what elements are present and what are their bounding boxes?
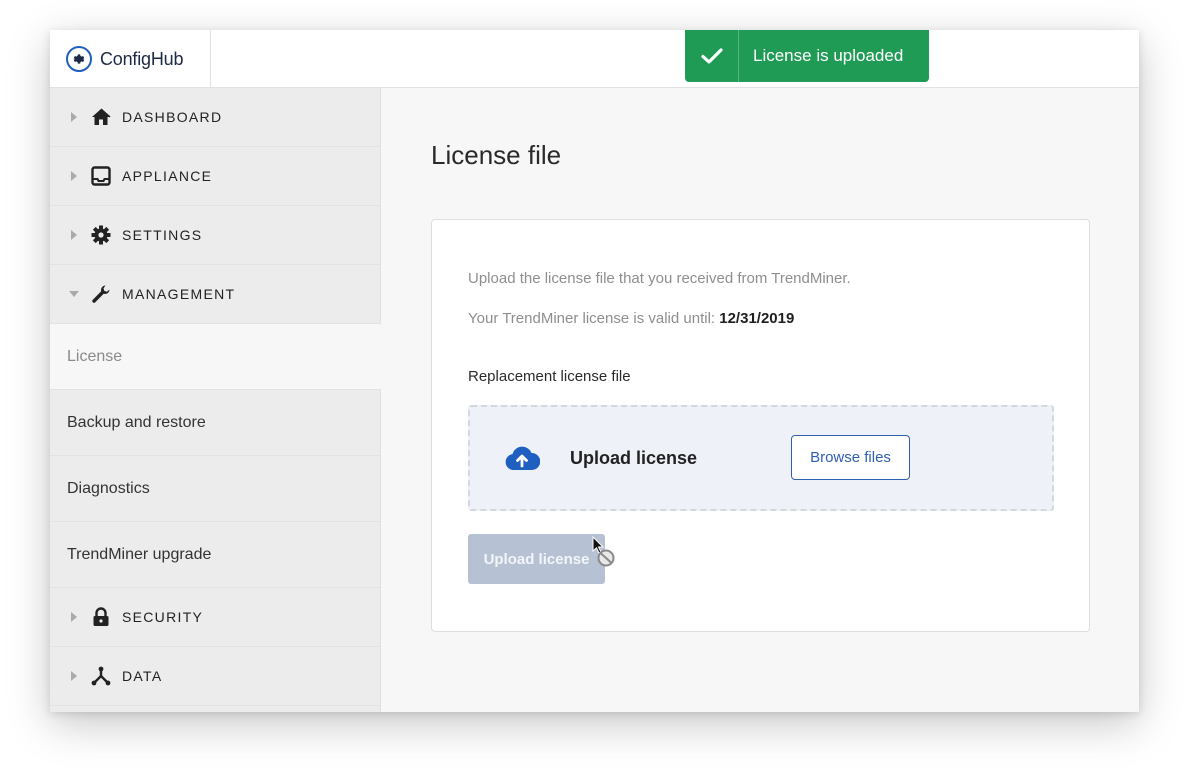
upload-license-button[interactable]: Upload license xyxy=(468,534,605,584)
validity-prefix: Your TrendMiner license is valid until: xyxy=(468,310,716,327)
license-validity: Your TrendMiner license is valid until: … xyxy=(468,310,794,327)
sidebar-item-label: DATA xyxy=(122,668,163,684)
logo[interactable]: ConfigHub xyxy=(50,30,211,88)
browse-files-button[interactable]: Browse files xyxy=(791,435,910,480)
license-dropzone[interactable]: Upload license Browse files xyxy=(468,405,1054,511)
not-allowed-cursor-icon xyxy=(592,535,618,573)
sidebar-item-trendminer-upgrade[interactable]: TrendMiner upgrade xyxy=(50,522,380,588)
license-card: Upload the license file that you receive… xyxy=(431,219,1090,632)
caret-right-icon xyxy=(68,112,80,122)
license-description: Upload the license file that you receive… xyxy=(468,270,851,287)
sidebar-item-data[interactable]: DATA xyxy=(50,647,380,706)
sidebar-item-management[interactable]: MANAGEMENT xyxy=(50,265,380,324)
confighub-logo-icon xyxy=(66,46,92,72)
app-window: ConfigHub License is uploaded DASHBOARD … xyxy=(50,30,1139,712)
main-content: License file Upload the license file tha… xyxy=(382,88,1139,712)
sidebar-item-license[interactable]: License xyxy=(50,324,381,390)
sidebar-item-appliance[interactable]: APPLIANCE xyxy=(50,147,380,206)
share-icon xyxy=(90,665,112,687)
gear-icon xyxy=(90,224,112,246)
inbox-icon xyxy=(90,165,112,187)
sidebar-item-label: SETTINGS xyxy=(122,227,203,243)
caret-right-icon xyxy=(68,171,80,181)
success-toast[interactable]: License is uploaded xyxy=(685,30,929,82)
page-title: License file xyxy=(431,140,562,170)
dropzone-title: Upload license xyxy=(570,448,698,468)
cloud-upload-icon xyxy=(504,445,541,476)
checkmark-icon xyxy=(685,30,739,82)
sidebar-item-diagnostics[interactable]: Diagnostics xyxy=(50,456,380,522)
sidebar-item-label: DASHBOARD xyxy=(122,109,223,125)
replacement-file-label: Replacement license file xyxy=(468,368,631,385)
top-bar: ConfigHub License is uploaded xyxy=(50,30,1139,88)
home-icon xyxy=(90,106,112,128)
sidebar-item-settings[interactable]: SETTINGS xyxy=(50,206,380,265)
app-name: ConfigHub xyxy=(100,48,184,69)
sidebar-item-dashboard[interactable]: DASHBOARD xyxy=(50,88,380,147)
validity-date: 12/31/2019 xyxy=(719,310,795,327)
sidebar-item-label: SECURITY xyxy=(122,609,204,625)
caret-right-icon xyxy=(68,612,80,622)
caret-right-icon xyxy=(68,230,80,240)
sidebar-item-security[interactable]: SECURITY xyxy=(50,588,380,647)
toast-message: License is uploaded xyxy=(753,46,904,65)
caret-right-icon xyxy=(68,671,80,681)
sidebar-item-backup-and-restore[interactable]: Backup and restore xyxy=(50,390,380,456)
sidebar-item-label: MANAGEMENT xyxy=(122,286,236,302)
sidebar-item-label: APPLIANCE xyxy=(122,168,213,184)
wrench-icon xyxy=(90,283,112,305)
lock-icon xyxy=(90,606,112,628)
sidebar: DASHBOARD APPLIANCE SETTINGS MANAGEMENT … xyxy=(50,88,381,712)
caret-down-icon xyxy=(68,291,80,297)
